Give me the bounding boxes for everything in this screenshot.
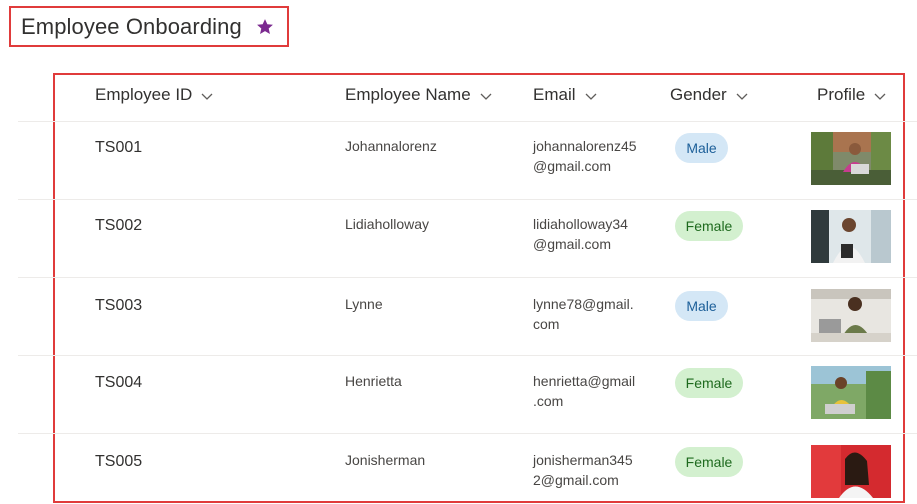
employee-id-cell: TS005 (95, 453, 143, 470)
employee-name-cell: Johannalorenz (345, 138, 437, 154)
column-header-label: Email (533, 85, 576, 104)
column-header-email[interactable]: Email (533, 83, 598, 107)
table-highlight (53, 73, 905, 503)
column-header-label: Employee ID (95, 85, 193, 104)
column-header-employee-id[interactable]: Employee ID (95, 83, 214, 107)
employee-id-cell: TS002 (95, 217, 143, 234)
divider (18, 355, 917, 356)
profile-image[interactable] (811, 132, 891, 185)
employee-id-cell: TS003 (95, 297, 143, 314)
page-title: Employee Onboarding (21, 13, 242, 39)
profile-image[interactable] (811, 445, 891, 498)
email-line: lidiaholloway34 (533, 216, 628, 232)
divider (18, 277, 917, 278)
email-cell: lynne78@gmail. com (533, 294, 651, 334)
chevron-down-icon (735, 88, 749, 102)
divider (18, 121, 917, 122)
email-line: lynne78@gmail. (533, 296, 634, 312)
email-line: 2@gmail.com (533, 472, 619, 488)
profile-image[interactable] (811, 366, 891, 419)
column-header-label: Profile (817, 85, 866, 104)
divider (18, 199, 917, 200)
gender-badge: Female (675, 368, 743, 398)
email-cell: lidiaholloway34 @gmail.com (533, 214, 651, 254)
email-line: johannalorenz45 (533, 138, 637, 154)
employee-name-cell: Lynne (345, 296, 383, 312)
chevron-down-icon (584, 88, 598, 102)
email-line: jonisherman345 (533, 452, 633, 468)
gender-badge: Male (675, 133, 728, 163)
chevron-down-icon (873, 88, 887, 102)
employee-name-cell: Henrietta (345, 373, 402, 389)
star-icon[interactable] (256, 18, 274, 36)
column-header-label: Employee Name (345, 85, 471, 104)
list-title-highlight: Employee Onboarding (9, 6, 289, 47)
chevron-down-icon (200, 88, 214, 102)
employee-name-cell: Jonisherman (345, 452, 426, 468)
profile-image[interactable] (811, 289, 891, 342)
divider (18, 433, 917, 434)
gender-badge: Female (675, 211, 743, 241)
employee-name-cell: Lidiaholloway (345, 216, 430, 232)
email-line: henrietta@gmail (533, 373, 636, 389)
email-line: @gmail.com (533, 158, 612, 174)
column-header-label: Gender (670, 85, 727, 104)
email-cell: jonisherman345 2@gmail.com (533, 450, 651, 490)
email-line: @gmail.com (533, 236, 612, 252)
email-line: .com (533, 393, 564, 409)
employee-id-cell: TS001 (95, 139, 143, 156)
email-cell: johannalorenz45 @gmail.com (533, 136, 651, 176)
email-cell: henrietta@gmail .com (533, 371, 651, 411)
column-header-profile[interactable]: Profile (817, 83, 887, 107)
employee-id-cell: TS004 (95, 374, 143, 391)
column-header-employee-name[interactable]: Employee Name (345, 83, 493, 107)
profile-image[interactable] (811, 210, 891, 263)
gender-badge: Male (675, 291, 728, 321)
gender-badge: Female (675, 447, 743, 477)
chevron-down-icon (479, 88, 493, 102)
column-header-gender[interactable]: Gender (670, 83, 749, 107)
email-line: com (533, 316, 560, 332)
